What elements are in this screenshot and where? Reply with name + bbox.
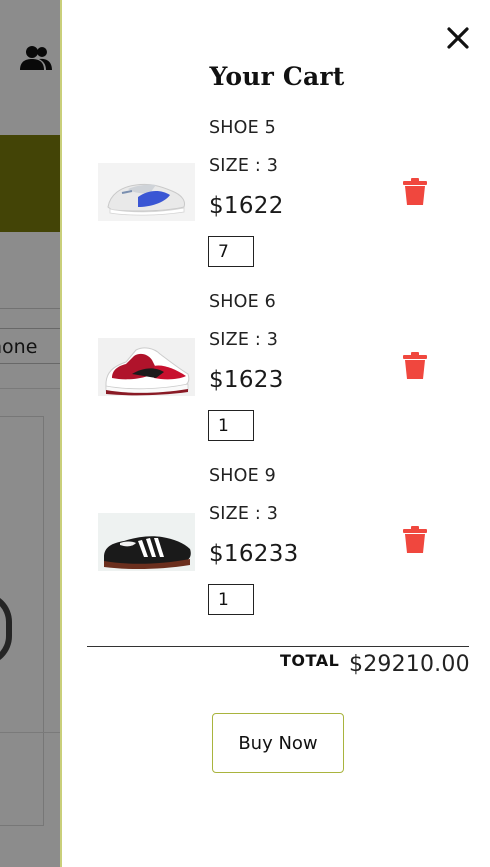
- product-image: [98, 338, 195, 396]
- product-image: [98, 163, 195, 221]
- item-name: SHOE 5: [209, 118, 276, 138]
- item-price: $16233: [209, 541, 299, 567]
- item-size: SIZE : 3: [209, 330, 279, 350]
- item-price: $1622: [209, 193, 284, 219]
- cart-drawer: Your Cart SHOE 5 SIZE : 3 $1622 7 SHOE 6…: [60, 0, 490, 867]
- cart-title: Your Cart: [209, 62, 345, 91]
- item-size: SIZE : 3: [209, 504, 279, 524]
- total-value: $29210.00: [349, 652, 470, 677]
- item-price: $1623: [209, 367, 284, 393]
- total-divider: [87, 646, 469, 647]
- cart-item: SHOE 6 SIZE : 3 $1623: [62, 292, 490, 462]
- delete-item-button[interactable]: [402, 178, 428, 206]
- cart-item: SHOE 9 SIZE : 3 $16233: [62, 466, 490, 636]
- total-label: TOTAL: [280, 651, 340, 670]
- delete-item-button[interactable]: [402, 526, 428, 554]
- quantity-input[interactable]: [208, 236, 254, 267]
- trash-icon: [403, 526, 427, 553]
- trash-icon: [403, 178, 427, 205]
- item-name: SHOE 9: [209, 466, 276, 486]
- close-icon: [447, 27, 469, 49]
- trash-icon: [403, 352, 427, 379]
- product-image: [98, 513, 195, 571]
- close-button[interactable]: [445, 25, 471, 51]
- quantity-input[interactable]: [208, 584, 254, 615]
- quantity-input[interactable]: [208, 410, 254, 441]
- buy-now-button[interactable]: Buy Now: [212, 713, 344, 773]
- item-name: SHOE 6: [209, 292, 276, 312]
- delete-item-button[interactable]: [402, 352, 428, 380]
- item-size: SIZE : 3: [209, 156, 279, 176]
- cart-item: SHOE 5 SIZE : 3 $1622: [62, 118, 490, 288]
